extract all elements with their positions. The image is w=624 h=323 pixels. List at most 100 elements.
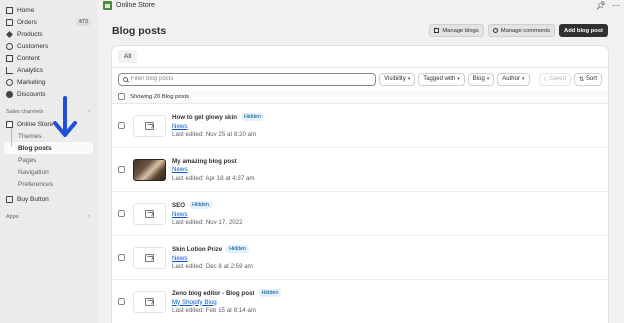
chevron-down-icon: ▾ bbox=[457, 76, 460, 82]
sidebar-item-label: Orders bbox=[17, 18, 37, 26]
author-filter[interactable]: Author ▾ bbox=[497, 72, 530, 86]
sort-button[interactable]: ⇅ Sort bbox=[573, 72, 602, 86]
saved-button[interactable]: ☇ Saved bbox=[538, 72, 571, 86]
add-blog-post-button[interactable]: Add blog post bbox=[559, 24, 608, 37]
blog-label: Blog bbox=[472, 76, 485, 82]
row-checkbox[interactable] bbox=[118, 298, 125, 305]
last-edited: Last edited: Dec 8 at 2:59 am bbox=[172, 263, 253, 270]
selection-bar: Showing 20 Blog posts bbox=[112, 90, 608, 104]
post-title[interactable]: How to get glowy skin bbox=[172, 114, 237, 121]
row-checkbox[interactable] bbox=[118, 210, 125, 217]
sidebar-item-navigation[interactable]: Navigation bbox=[0, 166, 97, 178]
sidebar-item-customers[interactable]: Customers bbox=[0, 40, 97, 52]
manage-blogs-button[interactable]: Manage blogs bbox=[429, 24, 484, 37]
saved-label: Saved bbox=[548, 76, 566, 82]
sidebar-item-label: Analytics bbox=[17, 66, 44, 74]
sidebar-item-orders[interactable]: Orders 473 bbox=[0, 16, 97, 28]
sidebar-item-label: Customers bbox=[17, 42, 49, 50]
sidebar-item-themes[interactable]: Themes bbox=[0, 130, 97, 142]
blog-link[interactable]: News bbox=[172, 123, 264, 130]
author-label: Author bbox=[502, 76, 520, 82]
orders-count-badge: 473 bbox=[75, 18, 91, 26]
sort-icon: ⇅ bbox=[578, 76, 584, 83]
last-edited: Last edited: Nov 25 at 8:20 am bbox=[172, 131, 257, 138]
post-title[interactable]: My amazing blog post bbox=[172, 158, 237, 165]
sidebar-item-analytics[interactable]: Analytics bbox=[0, 64, 97, 76]
chevron-right-icon: › bbox=[88, 214, 90, 220]
store-icon bbox=[6, 120, 13, 128]
blog-filter[interactable]: Blog ▾ bbox=[467, 72, 495, 86]
image-placeholder-icon bbox=[145, 297, 154, 306]
select-all-checkbox[interactable] bbox=[118, 93, 125, 100]
sales-channels-header[interactable]: Sales channels › bbox=[0, 106, 97, 118]
store-chip[interactable]: Online Store bbox=[103, 1, 155, 10]
sidebar-item-preferences[interactable]: Preferences bbox=[0, 178, 97, 190]
row-checkbox[interactable] bbox=[118, 166, 125, 173]
table-row[interactable]: My amazing blog post News Last edited: A… bbox=[112, 148, 608, 192]
apps-header[interactable]: Apps › bbox=[0, 211, 97, 223]
sidebar-item-online-store[interactable]: Online Store bbox=[0, 118, 97, 130]
top-bar bbox=[97, 0, 624, 12]
sidebar-item-pages[interactable]: Pages bbox=[0, 154, 97, 166]
post-title[interactable]: Skin Lotion Prize bbox=[172, 246, 222, 253]
chevron-down-icon: ▾ bbox=[486, 76, 490, 82]
post-thumbnail-photo bbox=[133, 158, 166, 181]
sidebar-item-marketing[interactable]: Marketing bbox=[0, 76, 97, 88]
status-badge: Hidden bbox=[189, 201, 212, 209]
table-row[interactable]: SEO Hidden News Last edited: Nov 17, 2022 bbox=[112, 192, 608, 236]
post-info: Zeno blog editor - Blog post Hidden My Sh… bbox=[172, 289, 282, 314]
search-icon bbox=[123, 76, 128, 82]
tab-all[interactable]: All bbox=[118, 50, 138, 63]
sidebar-item-label: Marketing bbox=[17, 78, 46, 86]
tree-line bbox=[11, 128, 12, 146]
tabs: All bbox=[112, 46, 608, 68]
blog-link[interactable]: My Shopify Blog bbox=[172, 299, 281, 306]
row-checkbox[interactable] bbox=[118, 122, 125, 129]
post-thumbnail bbox=[133, 246, 166, 269]
post-title[interactable]: SEO bbox=[172, 202, 185, 209]
row-checkbox[interactable] bbox=[118, 254, 125, 261]
showing-count: Showing 20 Blog posts bbox=[130, 93, 189, 100]
more-icon[interactable]: ⋯ bbox=[612, 1, 620, 10]
sidebar-item-buy-button[interactable]: Buy Button bbox=[0, 193, 97, 205]
visibility-filter[interactable]: Visibility ▾ bbox=[379, 72, 416, 86]
blog-link[interactable]: News bbox=[172, 211, 243, 218]
status-badge: Hidden bbox=[226, 245, 249, 253]
comment-icon bbox=[492, 28, 498, 33]
tag-icon bbox=[6, 30, 13, 38]
edit-icon bbox=[434, 28, 440, 33]
post-thumbnail bbox=[133, 114, 166, 137]
search-field[interactable] bbox=[118, 72, 377, 86]
sidebar-item-products[interactable]: Products bbox=[0, 28, 97, 40]
manage-comments-label: Manage comments bbox=[500, 27, 551, 34]
last-edited: Last edited: Feb 15 at 9:14 am bbox=[172, 307, 256, 314]
sidebar-item-home[interactable]: Home bbox=[0, 4, 97, 16]
blog-link[interactable]: News bbox=[172, 255, 253, 262]
post-title[interactable]: Zeno blog editor - Blog post bbox=[172, 290, 255, 297]
sidebar-item-content[interactable]: Content bbox=[0, 52, 97, 64]
tagged-with-filter[interactable]: Tagged with ▾ bbox=[418, 72, 465, 86]
sidebar-item-blog-posts[interactable]: Blog posts bbox=[4, 142, 93, 154]
content-icon bbox=[6, 54, 13, 62]
chevron-right-icon: › bbox=[88, 109, 90, 115]
blog-link[interactable]: News bbox=[172, 166, 255, 173]
manage-comments-button[interactable]: Manage comments bbox=[487, 24, 556, 37]
sidebar: Home Orders 473 Products Customers Conten… bbox=[0, 0, 97, 323]
visibility-label: Visibility bbox=[384, 76, 406, 82]
table-row[interactable]: How to get glowy skin Hidden News Last ed… bbox=[112, 104, 608, 148]
down-arrow-annotation-icon bbox=[53, 96, 77, 137]
table-row[interactable]: Skin Lotion Prize Hidden News Last edited… bbox=[112, 236, 608, 280]
buy-button-icon bbox=[6, 195, 13, 203]
search-input[interactable] bbox=[131, 76, 331, 82]
manage-blogs-label: Manage blogs bbox=[442, 27, 479, 34]
person-icon bbox=[6, 42, 13, 50]
save-icon: ☇ bbox=[543, 76, 547, 83]
table-row[interactable]: Zeno blog editor - Blog post Hidden My Sh… bbox=[112, 280, 608, 323]
pin-icon[interactable]: 📌︎ bbox=[596, 1, 606, 10]
sidebar-item-discounts[interactable]: Discounts bbox=[0, 88, 97, 100]
sidebar-item-label: Discounts bbox=[17, 90, 46, 98]
discount-icon bbox=[6, 90, 13, 98]
analytics-icon bbox=[6, 66, 13, 74]
store-name: Online Store bbox=[116, 2, 155, 9]
post-info: My amazing blog post News Last edited: A… bbox=[172, 158, 255, 182]
